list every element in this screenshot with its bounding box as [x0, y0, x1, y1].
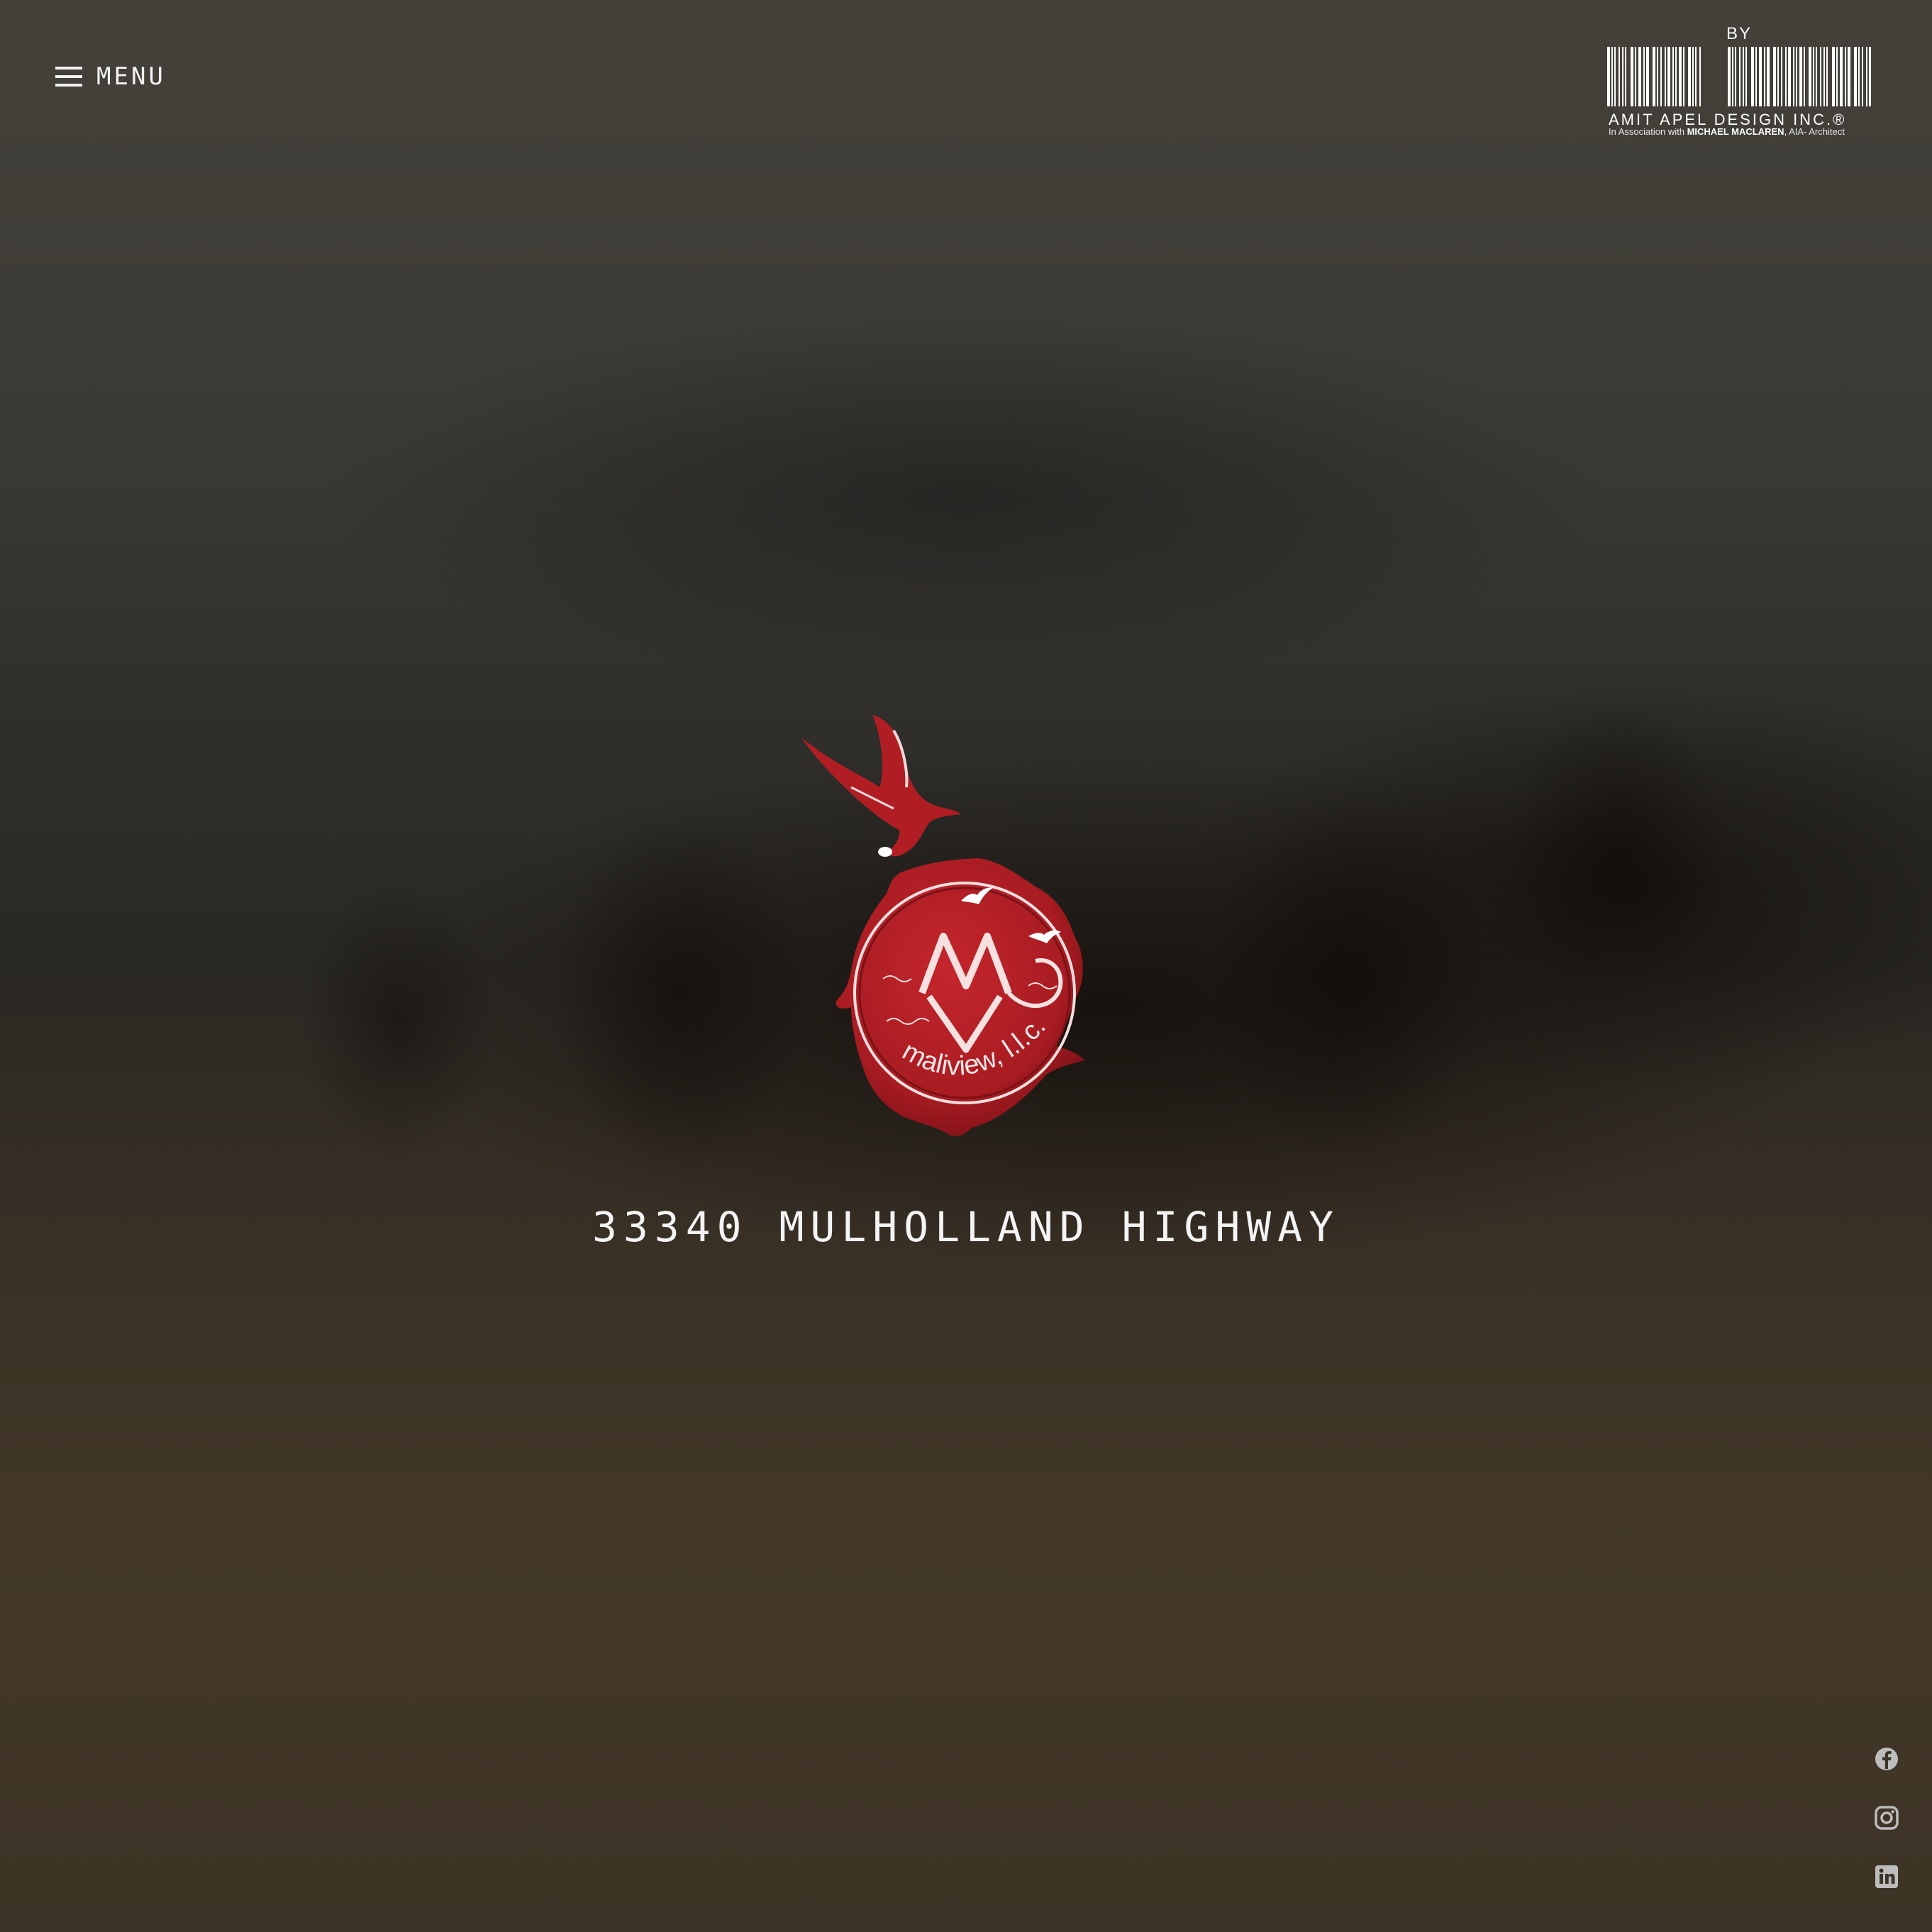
facebook-icon[interactable] — [1872, 1745, 1901, 1773]
association-name: MICHAEL MACLAREN — [1687, 126, 1784, 137]
property-address: 33340 MULHOLLAND HIGHWAY — [592, 1203, 1340, 1251]
brand-logo[interactable]: BY AMIT APEL DESIGN INC.® In Association… — [1604, 24, 1874, 145]
maliview-seal-logo[interactable]: maliview, l.l.c. — [787, 709, 1128, 1142]
menu-button[interactable]: MENU — [55, 62, 166, 91]
association-prefix: In Association with — [1609, 126, 1684, 137]
brand-by-label: BY — [1726, 24, 1752, 43]
seal-graphic: maliview, l.l.c. — [801, 715, 1085, 1136]
wax-seal: maliview, l.l.c. — [835, 858, 1085, 1136]
association-suffix: , AIA- Architect — [1784, 126, 1845, 137]
menu-label: MENU — [96, 62, 166, 91]
barcode-icon — [1607, 47, 1871, 106]
instagram-icon[interactable] — [1872, 1804, 1901, 1832]
linkedin-icon[interactable] — [1872, 1862, 1901, 1891]
hamburger-icon — [55, 67, 82, 87]
seagull-icon — [801, 715, 961, 857]
brand-association: In Association with MICHAEL MACLAREN, AI… — [1609, 126, 1878, 137]
